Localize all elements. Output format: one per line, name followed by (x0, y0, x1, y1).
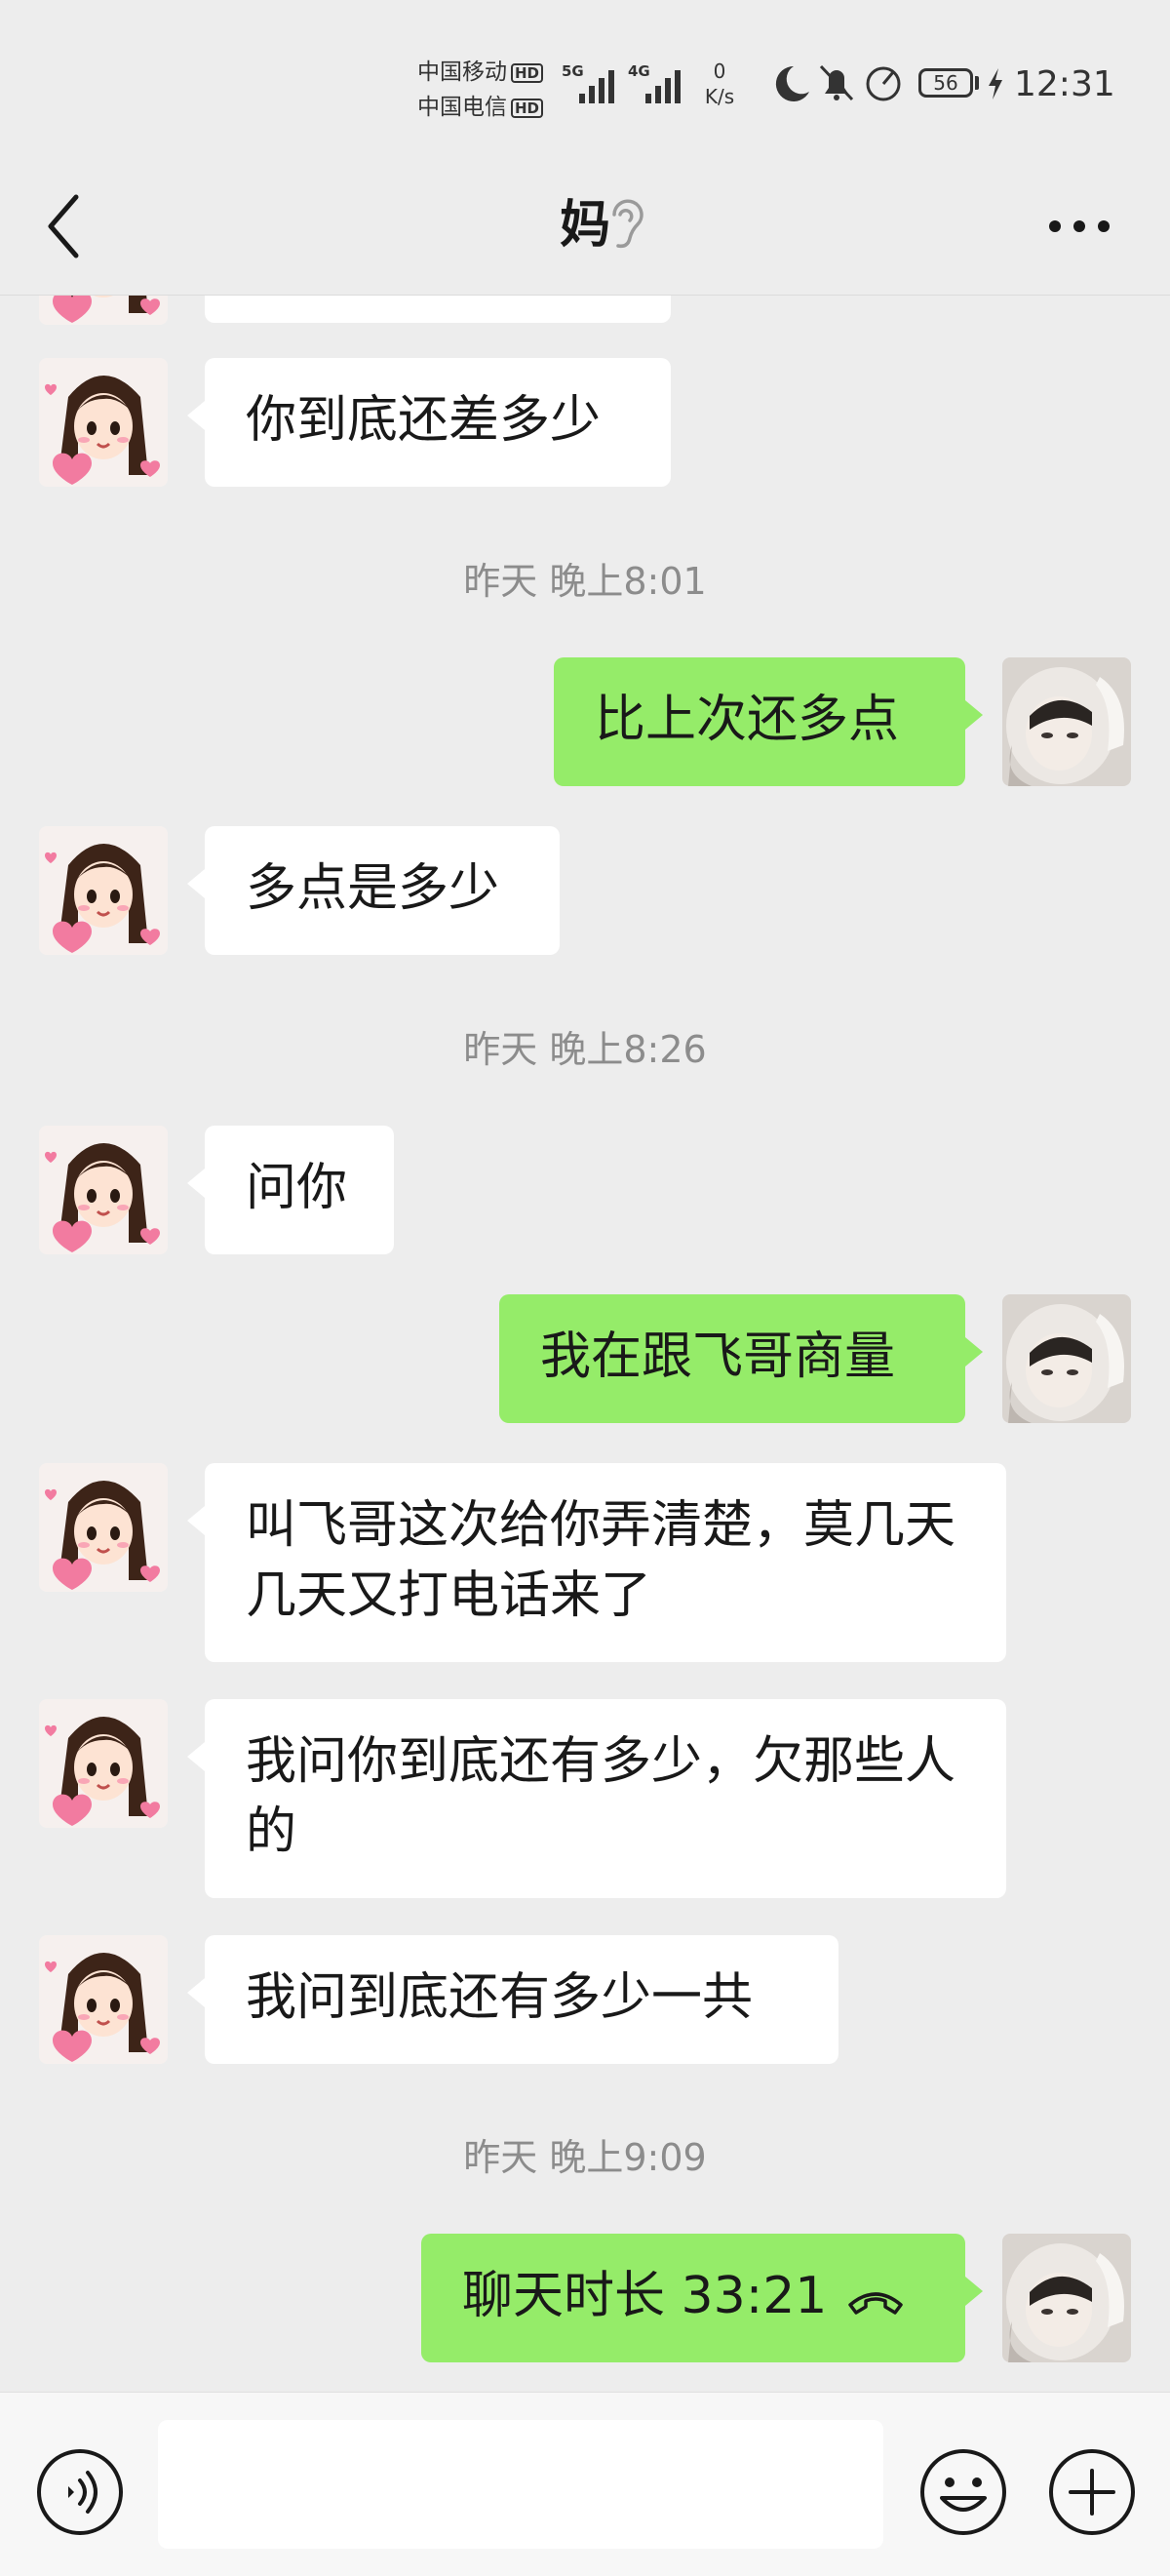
charging-bolt-icon (989, 68, 1002, 99)
message-text: 我问到底还有多少一共 (246, 1968, 754, 2027)
my-avatar[interactable] (1002, 1294, 1131, 1423)
emoji-icon[interactable] (916, 2445, 1010, 2539)
more-options-icon[interactable] (1045, 213, 1113, 240)
carrier-info: 中国移动 HD 中国电信 HD (417, 55, 554, 125)
message-bubble-incoming[interactable]: 问你 (187, 1126, 394, 1254)
my-avatar[interactable] (1002, 2234, 1131, 2362)
battery-tip (975, 76, 979, 90)
mute-bell-icon (819, 64, 854, 101)
contact-avatar[interactable] (39, 826, 168, 955)
call-record-bubble[interactable]: 聊天时长 33:21 (421, 2234, 983, 2362)
contact-avatar[interactable] (39, 1463, 168, 1592)
my-avatar[interactable] (1002, 657, 1131, 786)
plus-icon[interactable] (1045, 2445, 1139, 2539)
contact-avatar[interactable] (39, 296, 168, 325)
battery-level: 56 (933, 71, 958, 95)
message-text: 我问你到底还有多少，欠那些人的 (246, 1732, 956, 1861)
message-bubble-incoming[interactable]: 叫飞哥这次给你弄清楚，莫几天几天又打电话来了 (187, 1463, 1006, 1662)
message-text: 叫飞哥这次给你弄清楚，莫几天几天又打电话来了 (246, 1496, 956, 1625)
message-bubble-incoming[interactable]: 我问到底还有多少一共 (187, 1935, 838, 2064)
message-list[interactable]: 你到底还差多少 昨天 晚上8:01 比上次还多点 多点是多少 昨天 晚上8:26… (0, 296, 1170, 2393)
message-bubble-outgoing[interactable]: 比上次还多点 (554, 657, 983, 786)
message-bubble-incoming[interactable]: 你到底还差多少 (187, 358, 671, 487)
moon-icon (775, 65, 809, 101)
carrier-1-label: 中国移动 (417, 59, 507, 85)
message-bubble-incoming[interactable]: 多点是多少 (187, 826, 560, 955)
battery-icon: 56 (918, 68, 973, 98)
contact-avatar[interactable] (39, 1126, 168, 1254)
speed-gauge-icon (866, 66, 901, 101)
chat-header: 妈 (0, 156, 1170, 296)
network-speed-value: 0 (713, 59, 726, 83)
message-timestamp: 昨天 晚上8:26 (463, 1028, 707, 1071)
message-text: 你到底还差多少 (246, 391, 602, 450)
network-speed: 0 K/s (698, 59, 741, 109)
network-speed-unit: K/s (704, 85, 735, 108)
chat-title: 妈 (559, 196, 610, 255)
message-text: 比上次还多点 (595, 691, 900, 749)
message-bubble-incoming[interactable]: 我问你到底还有多少，欠那些人的 (187, 1699, 1006, 1898)
phone-hangup-icon (848, 2292, 904, 2315)
input-bar (0, 2392, 1170, 2576)
carrier-1: 中国移动 HD (417, 55, 554, 90)
carrier-2: 中国电信 HD (417, 90, 554, 125)
status-bar: 中国移动 HD 中国电信 HD 5G 4G 0 K/s 56 12:31 (0, 0, 1170, 156)
message-input[interactable] (158, 2420, 883, 2549)
message-timestamp: 昨天 晚上9:09 (463, 2136, 707, 2179)
contact-avatar[interactable] (39, 1935, 168, 2064)
message-text: 多点是多少 (246, 859, 500, 918)
message-bubble-incoming[interactable] (205, 296, 671, 323)
message-text: 问你 (246, 1159, 348, 1217)
hd-badge: HD (511, 98, 544, 118)
earpiece-mode-icon (612, 199, 644, 249)
voice-input-icon[interactable] (33, 2445, 127, 2539)
clock: 12:31 (1014, 64, 1115, 104)
hd-badge: HD (511, 62, 544, 83)
message-timestamp: 昨天 晚上8:01 (463, 560, 707, 603)
contact-avatar[interactable] (39, 1699, 168, 1828)
contact-avatar[interactable] (39, 358, 168, 487)
message-text: 我在跟飞哥商量 (540, 1328, 896, 1386)
call-duration-text: 聊天时长 33:21 (462, 2267, 828, 2325)
carrier-2-label: 中国电信 (417, 95, 507, 120)
message-bubble-outgoing[interactable]: 我在跟飞哥商量 (499, 1294, 983, 1423)
